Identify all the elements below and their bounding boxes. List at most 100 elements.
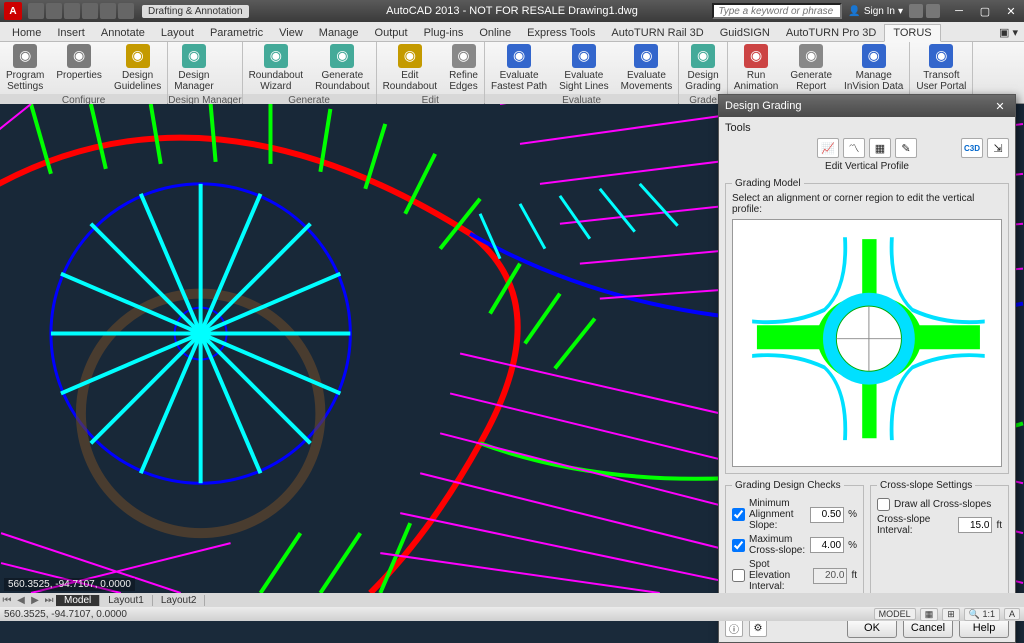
spot-elev-checkbox[interactable] [732,569,745,582]
snap-toggle-icon[interactable]: ⊞ [942,608,960,621]
tab-plug-ins[interactable]: Plug-ins [416,25,472,41]
generate-report-button[interactable]: ◉GenerateReport [784,42,838,94]
tab-guidsign[interactable]: GuidSIGN [712,25,778,41]
tool-profile-icon[interactable]: 📈 [817,138,839,158]
generate-report-icon: ◉ [799,44,823,68]
edit-roundabout-icon: ◉ [398,44,422,68]
workspace-selector[interactable]: Drafting & Annotation [142,5,249,18]
exchange-icon[interactable] [909,4,923,18]
refine-edges-icon: ◉ [452,44,476,68]
min-slope-checkbox[interactable] [732,508,745,521]
model-space-button[interactable]: MODEL [874,608,916,620]
design-grading-button[interactable]: ◉DesignGrading [679,42,727,94]
generate-roundabout-label: GenerateRoundabout [315,70,370,92]
tab-express-tools[interactable]: Express Tools [519,25,603,41]
roundabout-wizard-icon: ◉ [264,44,288,68]
close-button[interactable]: ✕ [998,2,1024,20]
roundabout-wizard-button[interactable]: ◉RoundaboutWizard [243,42,310,94]
run-animation-button[interactable]: ◉RunAnimation [728,42,784,94]
manage-invision-button[interactable]: ◉ManageInVision Data [838,42,909,94]
tab-output[interactable]: Output [367,25,416,41]
tab-nav-prev-icon[interactable]: ◀ [14,595,28,606]
generate-roundabout-button[interactable]: ◉GenerateRoundabout [309,42,376,94]
grid-toggle-icon[interactable]: ▦ [920,608,939,621]
window-title: AutoCAD 2013 - NOT FOR RESALE Drawing1.d… [386,5,638,17]
properties-icon: ◉ [67,44,91,68]
dialog-title-bar[interactable]: Design Grading ✕ [719,95,1015,117]
tab-nav-last-icon[interactable]: ⏭ [42,595,56,606]
evaluate-sight-lines-button[interactable]: ◉EvaluateSight Lines [553,42,614,94]
grading-model-fieldset: Grading Model Select an alignment or cor… [725,178,1009,474]
tool-check-icon[interactable]: ✎ [895,138,917,158]
max-cross-checkbox[interactable] [732,539,745,552]
roundabout-preview[interactable] [732,219,1002,467]
scale-button[interactable]: 🔍 1:1 [964,608,1000,621]
min-slope-input[interactable] [810,507,844,523]
transoft-user-portal-button[interactable]: ◉TransoftUser Portal [910,42,972,94]
tab-annotate[interactable]: Annotate [93,25,153,41]
qat-open-icon[interactable] [46,3,62,19]
layout-tab-layout1[interactable]: Layout1 [100,595,153,606]
program-settings-button[interactable]: ◉ProgramSettings [0,42,50,94]
evaluate-sight-lines-label: EvaluateSight Lines [559,70,608,92]
cancel-button[interactable]: Cancel [903,618,953,638]
evaluate-fastest-path-button[interactable]: ◉EvaluateFastest Path [485,42,553,94]
dialog-settings-icon[interactable]: ⚙ [749,619,767,637]
properties-label: Properties [56,70,102,81]
properties-button[interactable]: ◉ Properties [50,42,108,94]
tab-parametric[interactable]: Parametric [202,25,271,41]
tab-nav-next-icon[interactable]: ▶ [28,595,42,606]
minimize-button[interactable]: ─ [946,2,972,20]
tab-nav-first-icon[interactable]: ⏮ [0,595,14,606]
tab-torus[interactable]: TORUS [884,24,940,42]
cross-interval-unit: ft [996,520,1002,531]
help-icon[interactable] [926,4,940,18]
qat-print-icon[interactable] [118,3,134,19]
layout-tab-model[interactable]: Model [56,595,100,606]
dialog-close-icon[interactable]: ✕ [991,100,1009,113]
help-search-input[interactable] [712,3,842,19]
dialog-info-icon[interactable]: ⓘ [725,619,743,637]
cross-interval-label: Cross-slope Interval: [877,514,954,536]
qat-new-icon[interactable] [28,3,44,19]
tool-slope-icon[interactable]: 〽 [843,138,865,158]
max-cross-label: Maximum Cross-slope: [749,534,806,556]
evaluate-movements-button[interactable]: ◉EvaluateMovements [615,42,679,94]
app-icon[interactable]: A [4,2,22,20]
tab-insert[interactable]: Insert [49,25,93,41]
tab-autoturn-pro-3d[interactable]: AutoTURN Pro 3D [778,25,884,41]
manage-invision-label: ManageInVision Data [844,70,903,92]
tool-export-icon[interactable]: ⇲ [987,138,1009,158]
annotation-icon[interactable]: A [1004,608,1020,620]
help-button[interactable]: Help [959,618,1009,638]
tab-autoturn-rail-3d[interactable]: AutoTURN Rail 3D [603,25,711,41]
ribbon-collapse-icon[interactable]: ▣ ▾ [993,24,1024,41]
transoft-user-portal-label: TransoftUser Portal [916,70,966,92]
spot-elev-label: Spot Elevation Interval: [749,559,809,592]
draw-all-checkbox[interactable] [877,498,890,511]
tab-manage[interactable]: Manage [311,25,367,41]
edit-roundabout-button[interactable]: ◉EditRoundabout [377,42,444,94]
refine-edges-button[interactable]: ◉RefineEdges [443,42,484,94]
evaluate-movements-label: EvaluateMovements [621,70,673,92]
qat-redo-icon[interactable] [100,3,116,19]
cross-interval-input[interactable] [958,517,992,533]
maximize-button[interactable]: ▢ [972,2,998,20]
tab-online[interactable]: Online [471,25,519,41]
tool-c3d-icon[interactable]: C3D [961,138,983,158]
qat-save-icon[interactable] [64,3,80,19]
tab-view[interactable]: View [271,25,311,41]
run-animation-icon: ◉ [744,44,768,68]
ok-button[interactable]: OK [847,618,897,638]
tab-layout[interactable]: Layout [153,25,202,41]
program-settings-label: ProgramSettings [6,70,44,92]
qat-undo-icon[interactable] [82,3,98,19]
max-cross-input[interactable] [810,537,844,553]
sign-in-button[interactable]: 👤 Sign In ▾ [848,6,903,17]
tab-home[interactable]: Home [4,25,49,41]
design-manager-button[interactable]: ◉DesignManager [168,42,219,94]
design-guidelines-button[interactable]: ◉DesignGuidelines [108,42,167,94]
tool-surface-icon[interactable]: ▦ [869,138,891,158]
layout-tab-layout2[interactable]: Layout2 [153,595,206,606]
status-coords: 560.3525, -94.7107, 0.0000 [4,609,127,620]
